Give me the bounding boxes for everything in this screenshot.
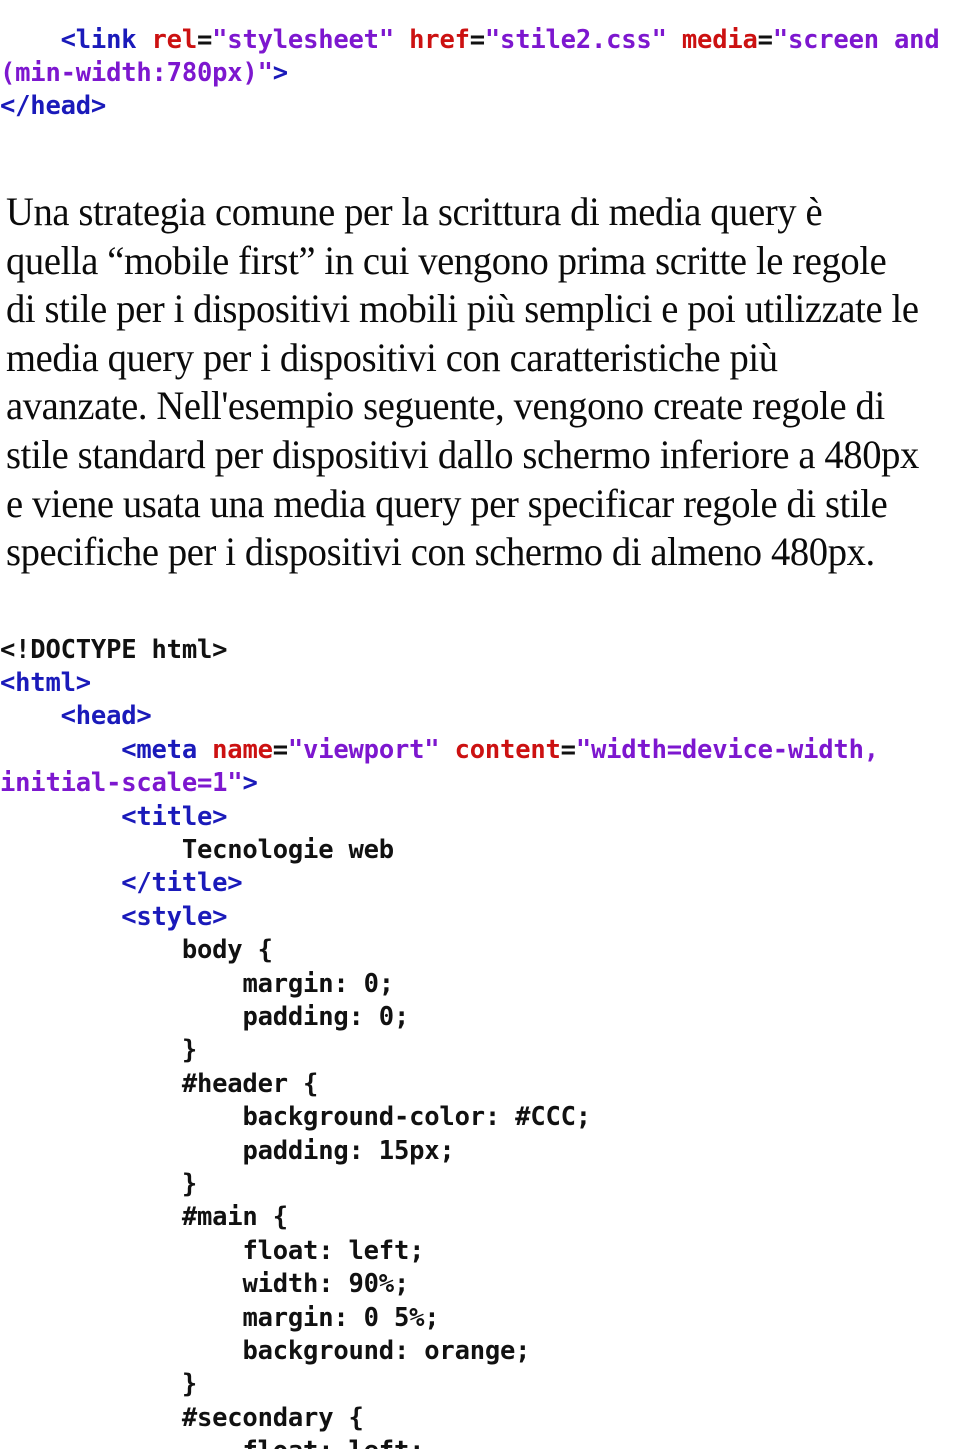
code-token-attr: href (409, 24, 470, 55)
code-token-attr: media (681, 24, 758, 55)
code-token-plain: <!DOCTYPE html> (0, 634, 228, 665)
code-token-eq: = (197, 24, 213, 55)
code-token-attr: name (212, 734, 273, 765)
code-token-plain: background: orange; (242, 1336, 531, 1367)
code-token-tag: <link (60, 24, 152, 55)
code-token-plain: body { (181, 935, 273, 966)
code-token-plain: margin: 0; (242, 968, 394, 999)
code-token-tag: <meta (121, 734, 213, 765)
code-token-tag: <head> (60, 701, 152, 732)
document-page: <link rel="stylesheet" href="stile2.css"… (0, 0, 960, 1449)
code-token-val: "viewport" (287, 734, 440, 765)
code-token-plain: width: 90%; (242, 1269, 410, 1300)
code-snippet-html-document: <!DOCTYPE html> <html> <head> <meta name… (0, 634, 958, 1449)
code-token-eq: = (469, 24, 485, 55)
code-token-val: "stylesheet" (212, 24, 394, 55)
code-token-eq: = (272, 734, 288, 765)
code-token-plain: #main { (181, 1202, 288, 1233)
code-token-plain: float: left; (242, 1436, 424, 1449)
code-token-plain: float: left; (242, 1235, 425, 1266)
code-token-plain: margin: 0 5%; (242, 1302, 440, 1333)
code-token-plain: } (181, 1035, 197, 1066)
code-token-val: "stile2.css" (484, 24, 667, 55)
code-token-plain: background-color: #CCC; (242, 1102, 591, 1133)
code-token-tag: <html> (0, 667, 91, 698)
code-token-plain: } (181, 1369, 197, 1400)
code-token-eq: = (560, 734, 576, 765)
code-token-tag: </title> (121, 868, 243, 899)
code-token-plain: } (181, 1169, 197, 1199)
code-snippet-link-tag: <link rel="stylesheet" href="stile2.css"… (0, 24, 958, 124)
code-token-plain: padding: 15px; (242, 1135, 455, 1166)
code-token-attr: rel (151, 24, 198, 55)
code-token-plain: padding: 0; (242, 1001, 410, 1032)
code-token-tag: </head> (0, 91, 107, 122)
code-token-eq: = (757, 24, 773, 55)
code-token-attr: content (454, 734, 561, 765)
code-token-tag: <style> (121, 901, 228, 932)
code-token-tag: > (272, 57, 288, 88)
paragraph-media-query-explanation: Una strategia comune per la scrittura di… (6, 189, 919, 575)
code-token-plain: Tecnologie web (181, 834, 394, 865)
code-token-plain: #secondary { (181, 1402, 364, 1433)
code-token-tag: <title> (121, 801, 228, 832)
code-token-plain: #header { (181, 1068, 319, 1099)
code-token-tag: > (242, 768, 258, 799)
